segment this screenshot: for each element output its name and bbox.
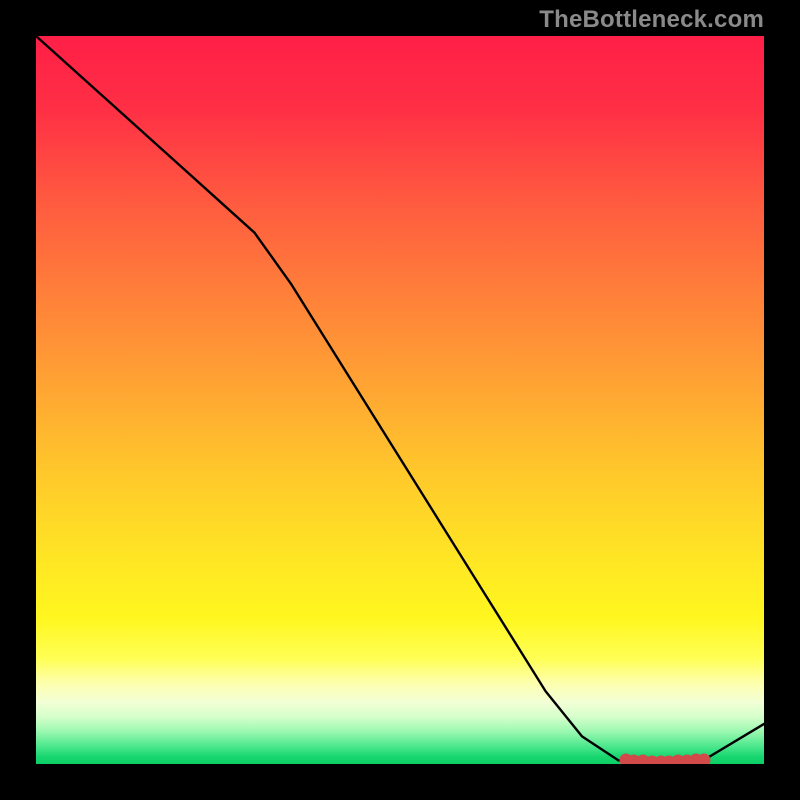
plot-area <box>36 36 764 764</box>
watermark-text: TheBottleneck.com <box>539 6 764 34</box>
chart-stage: TheBottleneck.com <box>0 0 800 800</box>
markers-layer <box>36 36 764 764</box>
marker-dot <box>698 753 711 764</box>
